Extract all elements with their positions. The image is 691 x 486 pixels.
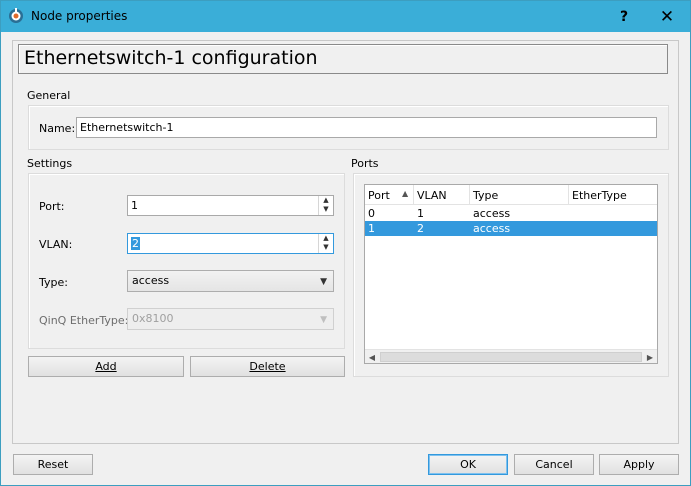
column-header-vlan[interactable]: VLAN [414,185,470,205]
name-label: Name: [39,122,76,135]
port-spinbox[interactable]: 1 ▲ ▼ [127,195,334,216]
vlan-label: VLAN: [39,238,73,251]
config-title: Ethernetswitch-1 configuration [24,47,318,69]
table-row[interactable]: 0 1 access [365,206,657,221]
general-group-label: General [27,89,71,102]
cancel-button-label: Cancel [535,458,573,471]
type-dropdown[interactable]: access ▼ [127,270,334,292]
apply-button[interactable]: Apply [599,454,679,475]
cell-vlan: 1 [417,207,424,220]
column-header-ethertype[interactable]: EtherType [569,185,657,205]
node-properties-dialog: Node properties ? ✕ Ethernetswitch-1 con… [0,0,691,486]
settings-group-label: Settings [27,157,73,170]
apply-button-label: Apply [623,458,655,471]
ok-button-label: OK [460,458,476,471]
column-header-port-label: Port [368,189,390,202]
cell-ethertype [569,206,575,208]
cell-ethertype [569,221,575,223]
vlan-spin-arrows: ▲ ▼ [318,234,333,253]
port-value: 1 [131,199,138,212]
table-row-selected[interactable]: 1 2 access [365,221,657,236]
ports-table-header: Port ▲ VLAN Type EtherType [365,185,657,205]
help-icon: ? [619,8,629,25]
title-bar[interactable]: Node properties ? ✕ [1,1,690,32]
name-input[interactable]: Ethernetswitch-1 [76,117,657,138]
cell-type: access [473,207,511,220]
column-header-type-label: Type [473,189,499,202]
qinq-ethertype-label: QinQ EtherType: [39,314,129,327]
arrow-down-icon: ▼ [323,205,329,213]
window-title: Node properties [31,9,128,23]
sort-ascending-icon: ▲ [402,189,409,198]
vlan-spinbox[interactable]: 2 ▲ ▼ [127,233,334,254]
scroll-left-button[interactable]: ◀ [365,351,379,363]
delete-button[interactable]: Delete [190,356,345,377]
column-header-type[interactable]: Type [470,185,569,205]
arrow-right-icon: ▶ [646,352,654,362]
port-spin-arrows: ▲ ▼ [318,196,333,215]
qinq-ethertype-dropdown: 0x8100 ▼ [127,308,334,330]
scrollbar-thumb[interactable] [380,352,642,362]
reset-button[interactable]: Reset [13,454,93,475]
ports-table[interactable]: Port ▲ VLAN Type EtherType 0 1 access 1 … [364,184,658,364]
cancel-button[interactable]: Cancel [514,454,594,475]
close-icon: ✕ [659,6,675,27]
config-header: Ethernetswitch-1 configuration [18,44,668,74]
add-button-label: Add [95,360,117,373]
arrow-left-icon: ◀ [368,352,376,362]
help-button[interactable]: ? [601,1,647,32]
add-button[interactable]: Add [28,356,184,377]
horizontal-scrollbar[interactable]: ◀ ▶ [365,349,657,363]
scroll-right-button[interactable]: ▶ [643,351,657,363]
cell-type: access [473,222,511,235]
vlan-decrement-button[interactable]: ▼ [319,243,333,252]
gns3-app-icon [8,8,24,24]
type-selected-value: access [132,274,170,287]
delete-button-label: Delete [249,360,286,373]
column-header-vlan-label: VLAN [417,189,447,202]
cell-port: 1 [368,222,375,235]
column-header-port[interactable]: Port ▲ [365,185,414,205]
reset-button-label: Reset [37,458,69,471]
ports-group-label: Ports [351,157,379,170]
port-label: Port: [39,200,65,213]
cell-vlan: 2 [417,222,424,235]
cell-port: 0 [368,207,375,220]
qinq-ethertype-value: 0x8100 [132,312,174,325]
ok-button[interactable]: OK [428,454,508,475]
chevron-down-icon: ▼ [320,315,327,325]
column-header-ethertype-label: EtherType [572,189,627,202]
vlan-value: 2 [131,237,140,250]
port-decrement-button[interactable]: ▼ [319,205,333,214]
type-label: Type: [39,276,68,289]
chevron-down-icon: ▼ [320,277,327,287]
name-input-value: Ethernetswitch-1 [80,121,174,134]
close-button[interactable]: ✕ [644,1,690,32]
arrow-down-icon: ▼ [323,243,329,251]
